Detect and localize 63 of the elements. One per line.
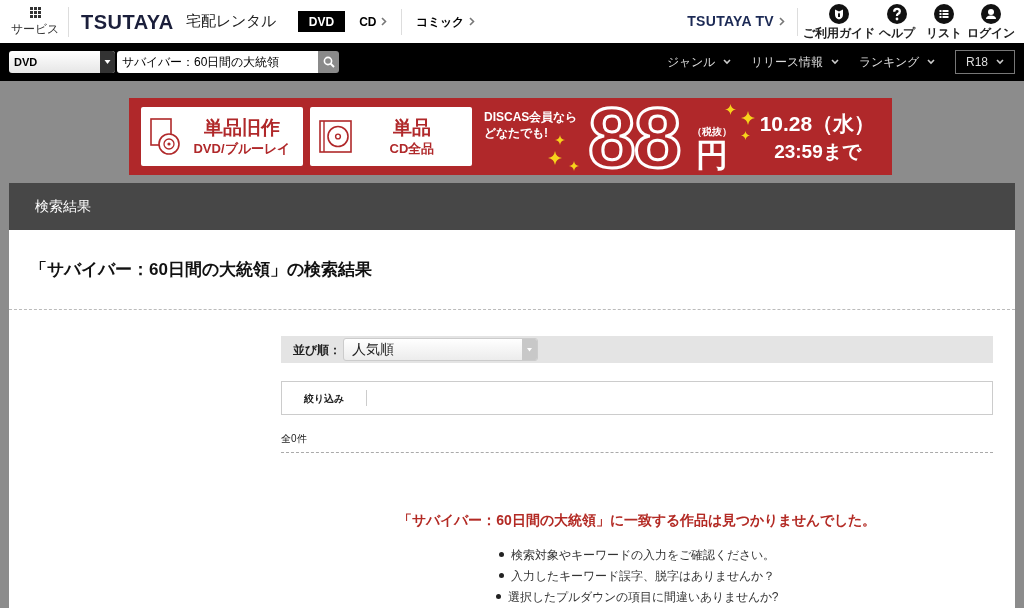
list-icon [934, 3, 954, 24]
offer-title: 単品旧作 [203, 118, 280, 137]
chevron-down-icon [723, 59, 731, 65]
bullet-icon [499, 573, 504, 578]
section-title: 検索結果 [35, 197, 91, 216]
category-tab[interactable]: DVD [297, 11, 346, 32]
tip-text: 選択したプルダウンの項目に間違いありませんか? [507, 588, 779, 605]
tip-text: 入力したキーワード誤字、脱字はありませんか？ [511, 567, 775, 584]
user-menu-item[interactable]: ログイン [966, 3, 1016, 40]
search-icon [322, 56, 335, 68]
search-button[interactable] [318, 51, 339, 73]
grid-icon [29, 7, 41, 18]
user-menu-item[interactable]: ご利用ガイド [802, 3, 876, 40]
eligibility-text: どなたでも! [484, 125, 548, 141]
chevron-down-icon [927, 59, 935, 65]
offer-subtitle: CD全品 [389, 142, 435, 155]
category-tab[interactable]: CD [345, 11, 402, 32]
search-results-heading: 「サバイバー：60日間の大統領」の検索結果 [30, 258, 372, 281]
category-tab[interactable]: コミック [402, 11, 490, 32]
help-icon [887, 3, 907, 24]
sparkle-icon [741, 131, 750, 140]
sort-label: 並び順： [293, 341, 341, 359]
chevron-down-icon [831, 59, 839, 65]
offer-title: 単品 [393, 118, 431, 137]
tip-text: 検索対象やキーワードの入力をご確認ください。 [511, 546, 775, 563]
eligibility-text: DISCAS会員なら [484, 109, 578, 125]
deadline-time: 23:59まで [774, 141, 861, 161]
sparkle-icon [725, 104, 736, 115]
rating-filter-button[interactable]: R18 [955, 50, 1015, 74]
nav-menu[interactable]: リリース情報 [751, 53, 839, 71]
disc-case-icon [150, 118, 180, 155]
bullet-icon [499, 552, 504, 557]
sparkle-icon [555, 135, 565, 145]
bullet-icon [495, 594, 501, 599]
sparkle-icon [548, 151, 562, 165]
deadline-date: 10.28（水） [759, 112, 876, 134]
nav-menu[interactable]: ランキング [859, 53, 935, 71]
no-results-message: 「サバイバー：60日間の大統領」に一致する作品は見つかりませんでした。 [398, 511, 876, 530]
price-number: 88 [588, 100, 680, 173]
user-icon [981, 3, 1001, 24]
result-count: 全0件 [281, 433, 307, 444]
chevron-down-icon [996, 59, 1004, 65]
services-menu[interactable]: サービス [10, 7, 60, 36]
sparkle-icon [741, 111, 755, 125]
shield-icon [829, 3, 849, 24]
sparkle-icon [569, 161, 579, 171]
user-menu-item[interactable]: リスト [924, 3, 964, 40]
chevron-right-icon [469, 17, 476, 26]
chevron-right-icon [779, 17, 785, 26]
tv-link[interactable]: TSUTAYA TV [687, 11, 785, 32]
search-field[interactable]: サバイバー：60日間の大統領 [117, 51, 318, 73]
sort-select[interactable]: 人気順 [343, 338, 538, 361]
category-select[interactable]: DVD [9, 51, 115, 73]
offer-subtitle: DVD/ブルーレイ [193, 142, 290, 155]
tsutaya-logo[interactable]: TSUTAYA [81, 11, 174, 32]
service-name: 宅配レンタル [185, 11, 276, 32]
currency-text: 円 [695, 139, 728, 171]
filter-label[interactable]: 絞り込み [304, 390, 344, 406]
user-menu-item[interactable]: ヘルプ [878, 3, 916, 40]
cd-case-icon [319, 120, 352, 153]
tax-note: （税抜） [691, 127, 732, 137]
chevron-right-icon [381, 17, 388, 26]
nav-menu[interactable]: ジャンル [667, 53, 731, 71]
